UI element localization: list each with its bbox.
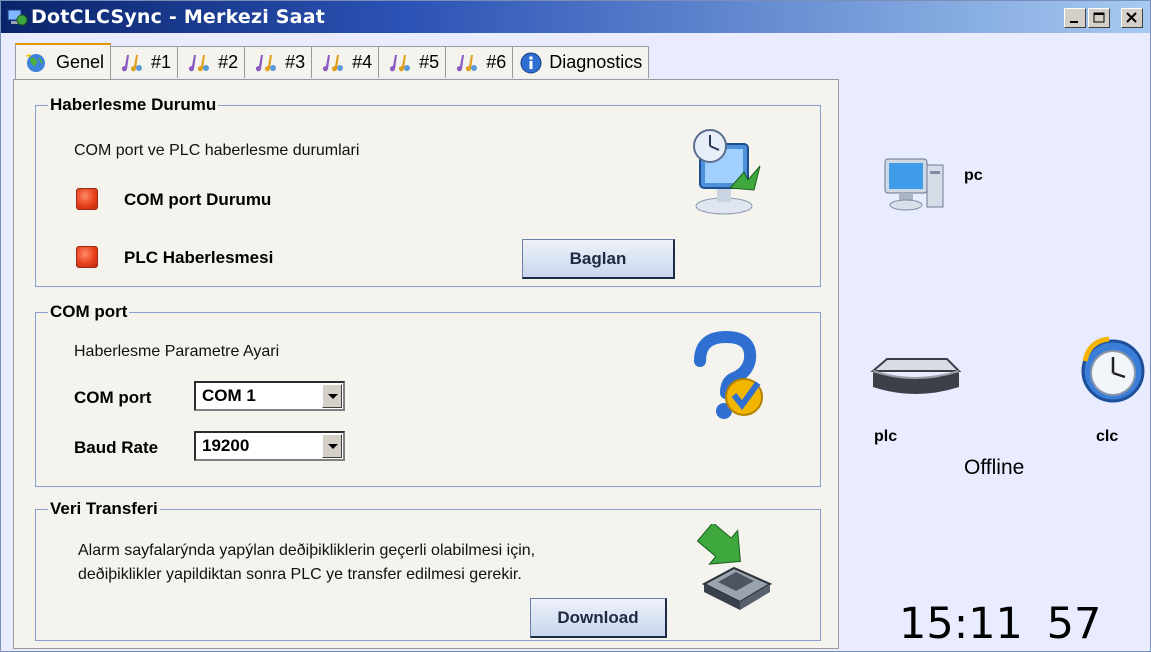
plc-status-indicator: [76, 246, 98, 268]
clc-label: clc: [1096, 428, 1119, 445]
transfer-description-line2: deðiþiklikler yapildiktan sonra PLC ye t…: [78, 566, 522, 583]
communication-description: COM port ve PLC haberlesme durumlari: [74, 142, 360, 159]
music-note-icon: [121, 54, 143, 71]
tab-label: Genel: [56, 51, 105, 72]
clock-time: 15:11: [899, 599, 1023, 649]
tab-diagnostics[interactable]: Diagnostics: [512, 46, 650, 78]
world-icon: [25, 54, 45, 72]
minimize-button[interactable]: [1064, 8, 1086, 28]
tab-1[interactable]: #1: [110, 46, 179, 78]
tab-5[interactable]: #5: [378, 46, 447, 78]
plc-label: plc: [874, 428, 898, 445]
data-transfer-group: Veri Transferi Alarm sayfalarýnda yapýla…: [35, 499, 821, 641]
baud-rate-select[interactable]: 19200: [194, 431, 345, 461]
chevron-down-icon: [328, 444, 338, 449]
group-title: Haberlesme Durumu: [48, 95, 219, 115]
download-device-icon: [696, 524, 773, 610]
close-icon: [1126, 12, 1137, 23]
tab-genel[interactable]: Genel: [15, 43, 112, 79]
info-icon: [520, 52, 542, 73]
com-port-value: COM 1: [202, 386, 256, 405]
com-status-label: COM port Durumu: [124, 190, 272, 209]
music-note-icon: [323, 54, 344, 71]
help-question-icon: [694, 331, 763, 419]
tab-label: #4: [352, 52, 373, 72]
music-note-icon: [188, 54, 210, 71]
tab-3[interactable]: #3: [244, 46, 313, 78]
dropdown-arrow[interactable]: [322, 384, 342, 408]
app-window: DotCLCSync - Merkezi Saat Genel #1 #2 #3…: [0, 0, 1151, 652]
maximize-button[interactable]: [1088, 8, 1110, 28]
title-bar[interactable]: DotCLCSync - Merkezi Saat: [1, 1, 1150, 33]
tab-strip: Genel #1 #2 #3 #4 #5 #6 Diagnostics: [15, 43, 650, 80]
maximize-icon: [1093, 12, 1105, 23]
connection-status-text: Offline: [964, 456, 1025, 479]
plc-status-label: PLC Haberlesmesi: [124, 248, 274, 267]
clock-display: 15:11 57: [899, 599, 1101, 649]
music-note-icon: [457, 54, 478, 71]
tab-4[interactable]: #4: [311, 46, 380, 78]
baud-rate-value: 19200: [202, 436, 250, 455]
app-icon: [7, 9, 28, 26]
tab-6[interactable]: #6: [445, 46, 514, 78]
com-port-group: COM port Haberlesme Parametre Ayari COM …: [35, 302, 821, 487]
tab-2[interactable]: #2: [177, 46, 246, 78]
tab-label: #6: [486, 52, 507, 72]
minimize-icon: [1070, 21, 1078, 23]
chevron-down-icon: [328, 394, 338, 399]
group-title: COM port: [48, 302, 130, 322]
com-port-description: Haberlesme Parametre Ayari: [74, 343, 280, 360]
communication-status-group: Haberlesme Durumu COM port ve PLC haberl…: [35, 95, 821, 287]
monitor-clock-icon: [693, 129, 761, 215]
com-status-indicator: [76, 188, 98, 210]
connect-button[interactable]: Baglan: [522, 239, 675, 279]
com-port-label: COM port: [74, 388, 152, 407]
plc-device-icon: [870, 358, 962, 394]
pc-label: pc: [964, 167, 983, 184]
group-title: Veri Transferi: [48, 499, 160, 519]
tab-label: #1: [151, 52, 172, 72]
tab-label: #2: [218, 52, 239, 72]
music-note-icon: [390, 54, 411, 71]
tab-label: #3: [285, 52, 306, 72]
clock-icon: [1081, 336, 1145, 403]
music-note-icon: [255, 54, 277, 71]
baud-rate-label: Baud Rate: [74, 438, 159, 457]
window-title: DotCLCSync - Merkezi Saat: [31, 6, 325, 28]
dropdown-arrow[interactable]: [322, 434, 342, 458]
tab-label: Diagnostics: [549, 52, 643, 72]
transfer-description-line1: Alarm sayfalarýnda yapýlan deðiþiklikler…: [78, 542, 536, 559]
tab-label: #5: [419, 52, 440, 72]
tab-panel-genel: Haberlesme Durumu COM port ve PLC haberl…: [13, 79, 839, 649]
close-button[interactable]: [1121, 8, 1143, 28]
clock-seconds: 57: [1046, 599, 1102, 649]
pc-icon: [884, 158, 944, 211]
com-port-select[interactable]: COM 1: [194, 381, 345, 411]
download-button[interactable]: Download: [530, 598, 667, 638]
